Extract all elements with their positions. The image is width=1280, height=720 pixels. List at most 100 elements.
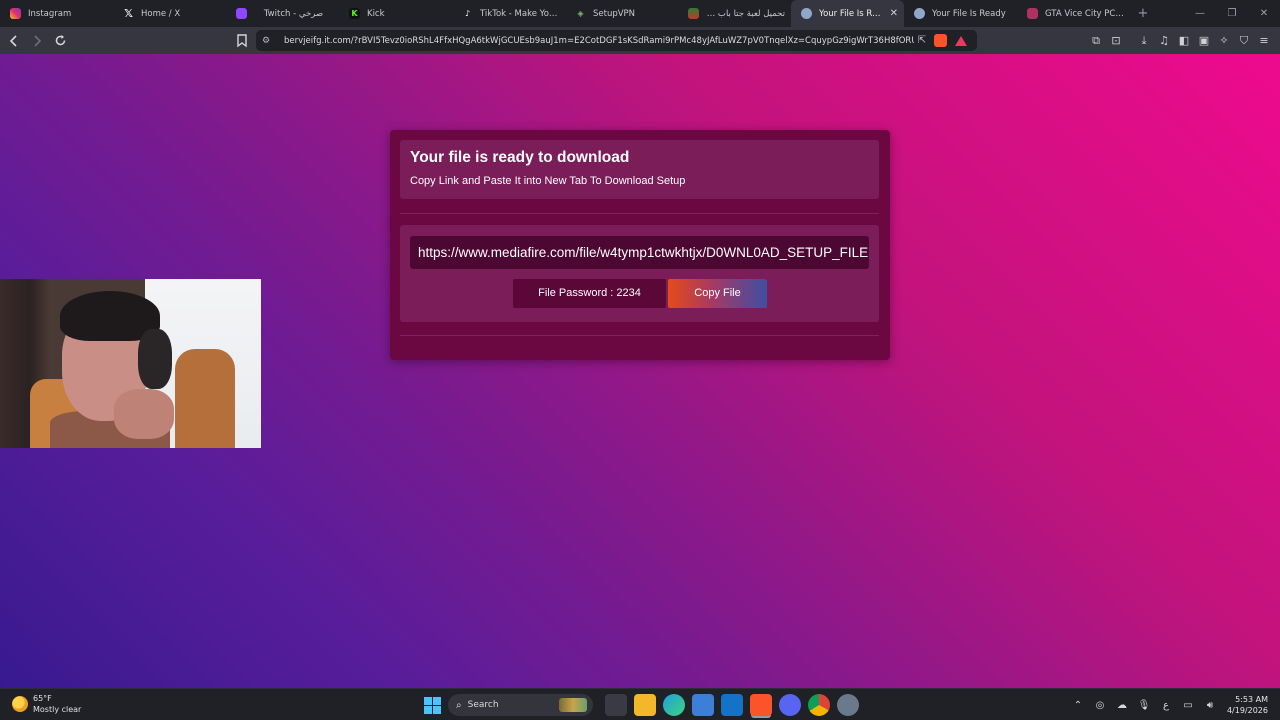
- leo-ai-icon[interactable]: ✧: [1214, 34, 1234, 47]
- card-header: Your file is ready to download Copy Link…: [400, 140, 879, 199]
- webcam-hand: [114, 389, 174, 439]
- system-tray: ⌃ ◎ ☁ 🎙︎ ع ▭ 🔊︎ 5:53 AM 4/19/2026: [1067, 689, 1280, 720]
- clock-date: 4/19/2026: [1226, 706, 1268, 715]
- minimize-icon[interactable]: —: [1184, 8, 1216, 19]
- vpn-icon[interactable]: ⛉: [1234, 34, 1254, 48]
- chevron-up-icon[interactable]: ⌃: [1067, 700, 1089, 711]
- brave-icon[interactable]: [749, 694, 772, 716]
- settings-icon[interactable]: [836, 694, 859, 716]
- tab-title: GTA Vice City PC | Dov: [1045, 8, 1124, 19]
- search-highlight-icon: [559, 698, 587, 712]
- edge-icon[interactable]: [662, 694, 685, 716]
- forward-icon[interactable]: [27, 31, 47, 51]
- brave-shields-icon[interactable]: [934, 34, 947, 47]
- tab-gta-vice-city[interactable]: GTA Vice City PC | Dov: [1017, 0, 1130, 27]
- share-icon[interactable]: ⇱: [914, 35, 930, 46]
- wallet-icon[interactable]: ▣: [1194, 34, 1214, 47]
- task-view-icon[interactable]: [604, 694, 627, 716]
- weather-condition: Mostly clear: [33, 705, 82, 714]
- weather-text: 65°F Mostly clear: [33, 693, 81, 715]
- twitch-icon: [236, 8, 247, 19]
- headphones-icon: [138, 329, 172, 389]
- sidebar-icon[interactable]: ◧: [1174, 34, 1194, 47]
- taskbar-apps: ⌕ Search: [424, 693, 862, 717]
- back-icon[interactable]: [4, 31, 24, 51]
- page-content: Your file is ready to download Copy Link…: [0, 54, 1280, 688]
- onedrive-icon[interactable]: ☁: [1111, 700, 1133, 711]
- globe-icon: [801, 8, 812, 19]
- tab-title: تحميل لعبة جتا باب الحا: [706, 8, 785, 19]
- tab-your-file-is-ready-active[interactable]: Your File Is Ready ✕: [791, 0, 904, 27]
- close-tab-icon[interactable]: ✕: [890, 8, 898, 19]
- downloads-icon[interactable]: ⤓: [1134, 34, 1154, 48]
- close-window-icon[interactable]: ✕: [1248, 8, 1280, 19]
- screenshot-icon[interactable]: ⊡: [1106, 34, 1126, 47]
- site-settings-icon[interactable]: ⚙: [262, 36, 276, 46]
- language-indicator[interactable]: ع: [1155, 700, 1177, 711]
- maximize-icon[interactable]: ❐: [1216, 8, 1248, 19]
- x-icon: 𝕏: [124, 7, 133, 20]
- tab-title: Your File Is Ready: [932, 8, 1006, 19]
- instagram-icon: [10, 8, 21, 19]
- tab-title: SetupVPN: [593, 8, 636, 19]
- page-title: Your file is ready to download: [410, 149, 630, 166]
- clock-time: 5:53 AM: [1235, 695, 1268, 704]
- card-body: https://www.mediafire.com/file/w4tymp1ct…: [400, 225, 879, 322]
- network-icon[interactable]: ▭: [1177, 700, 1199, 711]
- mail-icon[interactable]: [720, 694, 743, 716]
- setupvpn-icon: ◈: [577, 9, 584, 18]
- tab-title: Home / X: [141, 8, 181, 19]
- new-tab-button[interactable]: +: [1130, 0, 1156, 27]
- site-icon: [1027, 8, 1038, 19]
- tab-gta-arabic[interactable]: تحميل لعبة جتا باب الحا: [678, 0, 791, 27]
- microphone-icon[interactable]: 🎙︎: [1133, 700, 1155, 711]
- weather-widget[interactable]: 65°F Mostly clear: [12, 693, 81, 715]
- brave-rewards-icon[interactable]: [955, 35, 967, 46]
- tab-title: Twitch - صرخي: [263, 8, 324, 19]
- download-link-field[interactable]: https://www.mediafire.com/file/w4tymp1ct…: [410, 236, 869, 269]
- file-explorer-icon[interactable]: [633, 694, 656, 716]
- window-controls: — ❐ ✕: [1184, 0, 1280, 27]
- tab-title: Kick: [367, 8, 385, 19]
- tiktok-icon: ♪: [464, 9, 471, 18]
- start-icon[interactable]: [424, 696, 441, 714]
- bookmark-icon[interactable]: [234, 32, 250, 49]
- tab-tiktok[interactable]: ♪ TikTok - Make Your Da: [452, 0, 565, 27]
- reload-icon[interactable]: [50, 31, 70, 51]
- tab-instagram[interactable]: Instagram: [0, 0, 113, 27]
- tab-title: Your File Is Ready: [819, 8, 886, 19]
- webcam-chair: [175, 349, 235, 448]
- url-text[interactable]: bervjeifg.it.com/?rBVI5Tevz0ioRShL4FfxHQ…: [276, 36, 914, 46]
- globe-icon: [914, 8, 925, 19]
- divider: [400, 213, 879, 214]
- tray-app-icon[interactable]: ◎: [1089, 700, 1111, 711]
- tab-x[interactable]: 𝕏 Home / X: [113, 0, 226, 27]
- site-icon: [688, 8, 699, 19]
- chrome-icon[interactable]: [807, 694, 830, 716]
- address-bar[interactable]: ⚙ bervjeifg.it.com/?rBVI5Tevz0ioRShL4Ffx…: [256, 30, 977, 51]
- discord-icon[interactable]: [778, 694, 801, 716]
- moon-cloud-icon: [12, 696, 28, 712]
- store-icon[interactable]: [691, 694, 714, 716]
- divider: [400, 335, 879, 336]
- taskbar-search[interactable]: ⌕ Search: [448, 694, 593, 716]
- menu-icon[interactable]: ≡: [1254, 34, 1274, 47]
- page-subtitle: Copy Link and Paste It into New Tab To D…: [410, 175, 686, 187]
- tab-your-file-is-ready[interactable]: Your File Is Ready: [904, 0, 1017, 27]
- temperature: 65°F: [33, 694, 52, 703]
- clock[interactable]: 5:53 AM 4/19/2026: [1221, 694, 1280, 716]
- kick-icon: K: [349, 8, 360, 19]
- search-icon: ⌕: [456, 699, 462, 711]
- media-icon[interactable]: ♫: [1154, 34, 1174, 47]
- volume-icon[interactable]: 🔊︎: [1199, 700, 1221, 711]
- file-password-badge: File Password : 2234: [513, 279, 666, 308]
- tab-title: TikTok - Make Your Da: [480, 8, 559, 19]
- tab-setupvpn[interactable]: ◈ SetupVPN: [565, 0, 678, 27]
- tab-twitch[interactable]: Twitch - صرخي: [226, 0, 339, 27]
- extensions-icon[interactable]: ⧉: [1086, 34, 1106, 48]
- download-card: Your file is ready to download Copy Link…: [390, 130, 890, 360]
- copy-file-button[interactable]: Copy File: [668, 279, 767, 308]
- toolbar-extensions: ⧉ ⊡ ⤓ ♫ ◧ ▣ ✧ ⛉ ≡: [1086, 30, 1274, 51]
- tab-strip: Instagram 𝕏 Home / X Twitch - صرخي K Kic…: [0, 0, 1280, 27]
- tab-kick[interactable]: K Kick: [339, 0, 452, 27]
